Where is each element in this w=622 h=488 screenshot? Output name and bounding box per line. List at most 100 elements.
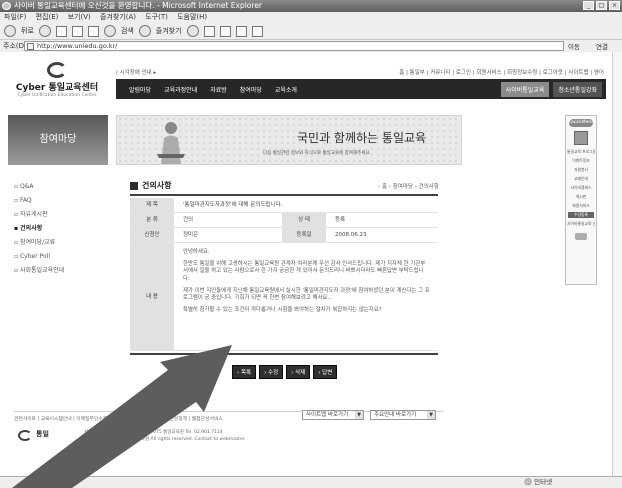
page-title: 건의사항 xyxy=(130,180,171,191)
mail-icon[interactable] xyxy=(203,25,215,37)
stop-icon[interactable] xyxy=(55,25,67,37)
accessibility-link[interactable]: | 시각장애 안내 ▸ xyxy=(116,70,156,76)
vertical-scrollbar[interactable] xyxy=(612,52,622,476)
search-icon[interactable] xyxy=(103,25,116,37)
gnb-item-notice[interactable]: 알림마당 xyxy=(129,85,151,94)
forward-icon[interactable] xyxy=(38,25,51,37)
edit-icon[interactable] xyxy=(235,25,247,37)
messenger-icon[interactable] xyxy=(251,25,263,37)
gnb-item-about[interactable]: 교육소개 xyxy=(275,85,297,94)
sidebar-item-qna[interactable]: ▫ Q&A xyxy=(14,180,106,194)
menu-edit[interactable]: 편집(E) xyxy=(36,13,59,21)
author-value: 정미은 xyxy=(183,232,199,238)
web-page: logo Cyber 통일교육센터 Cyber Unification Educ… xyxy=(0,52,622,476)
top-icon[interactable] xyxy=(575,233,587,240)
window-title-bar: 사이버 통일교육센터에 오신것을 환영합니다. - Microsoft Inte… xyxy=(0,0,622,12)
body-paragraph: 제가 이번 지인들에게 지난해 통일교육원에서 실시한 '통일마관지도자 과정'… xyxy=(183,287,430,302)
menu-tools[interactable]: 도구(T) xyxy=(145,13,168,21)
ie-icon xyxy=(2,2,11,10)
logo-emblem-icon: logo xyxy=(47,62,67,78)
sitemap-select[interactable]: 사이트맵 바로가기 ▼ xyxy=(302,410,364,420)
sidebar-item-label: 참여마당/교류 xyxy=(19,239,56,246)
reply-button[interactable]: › 답변 xyxy=(313,365,338,379)
search-label[interactable]: 검색 xyxy=(121,23,134,40)
menu-file[interactable]: 파일(F) xyxy=(4,13,26,21)
favorites-label[interactable]: 즐겨찾기 xyxy=(156,23,182,40)
logo-subtitle: Cyber Unification Education Center xyxy=(17,93,97,98)
print-icon[interactable] xyxy=(219,25,231,37)
utility-links[interactable]: 홈 | 통일부 | 커뮤니티 | 로그인 | 회원서비스 | 회원정보수정 | … xyxy=(399,68,604,76)
close-button[interactable]: × xyxy=(609,1,620,10)
post-actions: › 목록 › 수정 › 삭제 › 답변 xyxy=(232,365,338,379)
menu-favorites[interactable]: 즐겨찾기(A) xyxy=(100,13,136,21)
gnb-item-courses[interactable]: 교육과정안내 xyxy=(164,85,197,94)
quick-item-register[interactable]: 수강등록 xyxy=(568,212,594,218)
row-category: 분 류 건의 상 태 등록 xyxy=(130,213,438,228)
category-value: 건의 xyxy=(183,217,194,223)
sidebar-item-label: Cyber Poll xyxy=(19,253,51,260)
quick-item[interactable]: 통일교육 프로그램안내 xyxy=(567,149,595,155)
sidebar-item-label: 자유게시판 xyxy=(19,211,48,218)
home-icon[interactable] xyxy=(87,25,99,37)
banner-subline: 다음 통일관련 정보와 지식으로 통일교육에 참여해주세요. xyxy=(263,151,371,156)
subject-label: 제 목 xyxy=(130,198,174,212)
footer-address: 서울특별시 강북구 수유동 (우) 142-075 통일교육원 Tel. 02.… xyxy=(84,430,246,442)
sidebar-item-social-education[interactable]: ▫ 사회통일교육안내 xyxy=(14,264,106,278)
sidebar-item-label: Q&A xyxy=(19,183,34,190)
gnb-cyber-education[interactable]: 사이버통일교육 xyxy=(500,81,550,97)
book-icon[interactable] xyxy=(574,131,588,145)
sidebar-item-faq[interactable]: ▫ FAQ xyxy=(14,194,106,208)
footer-logo-text: 통일 xyxy=(36,430,49,438)
quick-item[interactable]: 사이버캠퍼스 xyxy=(567,185,595,191)
sidebar-item-free-board[interactable]: ▫ 자유게시판 xyxy=(14,208,106,222)
history-icon[interactable] xyxy=(186,25,199,37)
quick-menu: QuickMenu 통일교육 프로그램안내 이벤트정보 자원봉사 교재안내 사이… xyxy=(565,115,597,285)
post-detail: 제 목 '통일마관지도자과정'에 대해 문의드립니다. 분 류 건의 상 태 등… xyxy=(130,198,438,351)
list-button[interactable]: › 목록 xyxy=(232,365,257,379)
address-url[interactable]: http://www.uniedu.go.kr/ xyxy=(37,42,117,50)
menu-bar: 파일(F) 편집(E) 보기(V) 즐겨찾기(A) 도구(T) 도움말(H) xyxy=(0,12,622,23)
logo-name: Cyber 통일교육센터 xyxy=(15,83,99,93)
back-label[interactable]: 뒤로 xyxy=(21,23,34,40)
quick-item[interactable]: 교재안내 xyxy=(567,176,595,182)
top-utility-nav: | 시각장애 안내 ▸ 홈 | 통일부 | 커뮤니티 | 로그인 | 회원서비스… xyxy=(116,68,606,76)
address-bar: 주소(D) http://www.uniedu.go.kr/ 이동 연결 xyxy=(0,40,622,52)
title-bullet-icon xyxy=(130,181,138,190)
browser-toolbar: 뒤로 검색 즐겨찾기 xyxy=(0,23,622,40)
section-banner: 국민과 함께하는 통일교육 다음 통일관련 정보와 지식으로 통일교육에 참여해… xyxy=(116,115,462,165)
menu-help[interactable]: 도움말(H) xyxy=(177,13,207,21)
breadcrumb[interactable]: › 홈 › 참여마당 › 건의사항 xyxy=(378,182,439,190)
quick-item[interactable]: 회원서비스 xyxy=(567,203,595,209)
gnb-item-participation[interactable]: 참여마당 xyxy=(240,85,262,94)
quick-item[interactable]: 게시판 xyxy=(567,194,595,200)
quick-item[interactable]: 자원봉사 xyxy=(567,167,595,173)
body-paragraph: 한반도 통일을 위해 고생하시는 통일교육원 관계자 여러분께 우선 감사 인사… xyxy=(183,261,426,282)
notice-select[interactable]: 주요안내 바로가기 ▼ xyxy=(370,410,436,420)
address-input[interactable]: http://www.uniedu.go.kr/ xyxy=(24,41,564,51)
row-body: 내 용 안녕하세요. 한반도 통일을 위해 고생하시는 통일교육원 관계자 여러… xyxy=(130,243,438,351)
maximize-button[interactable]: □ xyxy=(596,1,607,10)
bottom-divider xyxy=(130,353,438,355)
sidebar-item-exchange[interactable]: ▫ 참여마당/교류 xyxy=(14,236,106,250)
gnb-item-resources[interactable]: 자료방 xyxy=(210,85,227,94)
gnb-youth-lecture[interactable]: 청소년통일강좌 xyxy=(553,81,602,97)
quick-item[interactable]: 이벤트정보 xyxy=(567,158,595,164)
back-icon[interactable] xyxy=(4,25,16,37)
sidebar-item-suggestions[interactable]: ▪ 건의사항 xyxy=(14,222,106,236)
refresh-icon[interactable] xyxy=(71,25,83,37)
status-value: 등록 xyxy=(335,217,346,223)
edit-button[interactable]: › 수정 xyxy=(259,365,284,379)
site-logo[interactable]: logo Cyber 통일교육센터 Cyber Unification Educ… xyxy=(12,62,102,106)
menu-view[interactable]: 보기(V) xyxy=(68,13,91,21)
minimize-button[interactable]: _ xyxy=(583,1,594,10)
favorites-icon[interactable] xyxy=(138,25,151,37)
subject-value: '통일마관지도자과정'에 대해 문의드립니다. xyxy=(183,202,283,208)
body-paragraph: 특별히 참가할 수 있는 조건이 까다롭거나 시험을 봐야하는 절차가 복잡하지… xyxy=(183,307,382,314)
status-bar: 🌐 인터넷 xyxy=(0,476,622,488)
status-label: 상 태 xyxy=(282,213,326,227)
sidebar-item-poll[interactable]: ▫ Cyber Poll xyxy=(14,250,106,264)
delete-button[interactable]: › 삭제 xyxy=(286,365,311,379)
quick-item[interactable]: 사이버통일교육 안내 xyxy=(567,221,595,227)
author-label: 신청인 xyxy=(130,228,174,242)
date-label: 등록일 xyxy=(282,228,326,242)
